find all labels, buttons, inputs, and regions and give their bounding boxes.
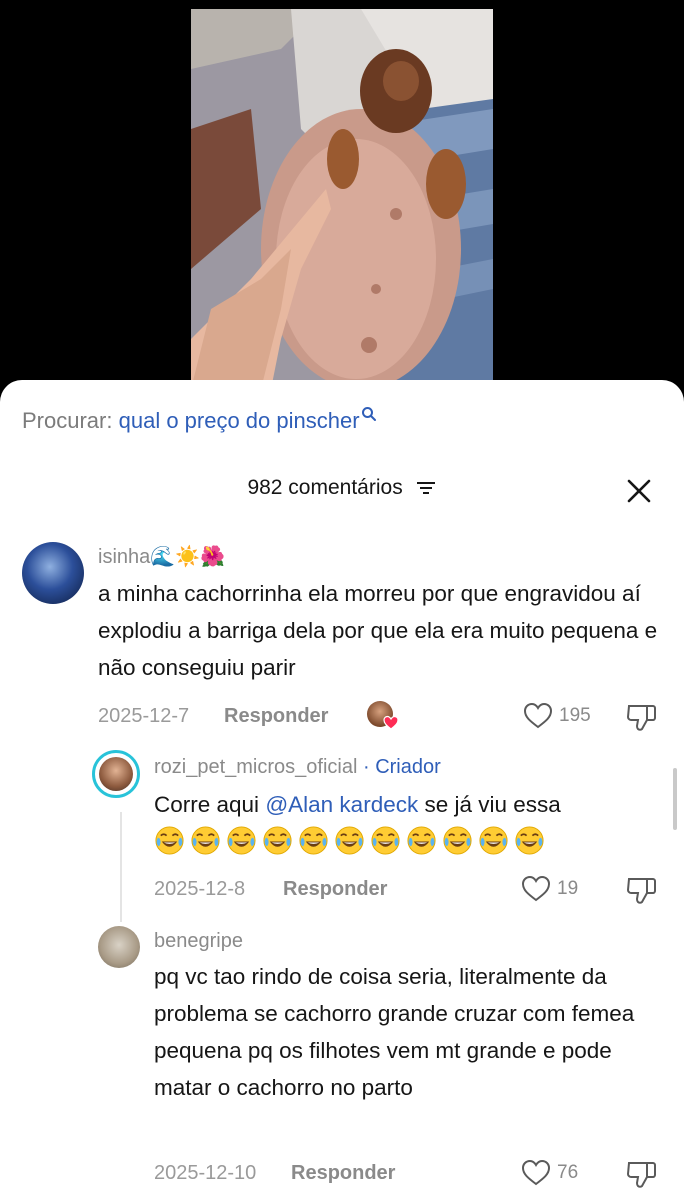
comment-date: 2025-12-8 [154,878,246,900]
heart-icon [521,1159,551,1186]
username-text[interactable]: rozi_pet_micros_oficial [154,756,357,778]
comment-text: a minha cachorrinha ela morreu por que e… [98,581,658,680]
comment-text-suffix: se já viu essa [418,792,561,817]
comments-sheet: Procurar: qual o preço do pinscher 982 c… [0,380,684,1200]
video-player[interactable] [0,0,684,400]
heart-icon [521,875,551,902]
avatar[interactable] [92,750,140,798]
avatar[interactable] [98,926,140,968]
comment-text: pq vc tao rindo de coisa seria, literalm… [154,964,635,1100]
laughing-emoji-icon [227,826,256,855]
laughing-emoji-icon [191,826,220,855]
video-thumbnail [191,9,493,389]
avatar-photo [99,757,133,791]
comment-text: Corre aqui @Alan kardeck se já viu essa [154,786,664,823]
like-button[interactable]: 195 [523,702,591,730]
laughing-emoji-icon [335,826,364,855]
comment-username[interactable]: rozi_pet_micros_oficial · Criador [154,756,441,779]
comment-username[interactable]: benegripe [154,930,243,953]
like-button[interactable]: 19 [521,875,578,903]
laughing-emoji-icon [263,826,292,855]
search-icon [361,407,376,421]
mention-link[interactable]: @Alan kardeck [265,792,418,817]
comment-date: 2025-12-7 [98,705,190,727]
dislike-icon[interactable] [625,875,657,905]
laughing-emoji-row [154,825,550,861]
laughing-emoji-icon [407,826,436,855]
thread-line [120,812,122,922]
close-icon[interactable] [626,478,652,504]
comments-header: 982 comentários [0,476,684,506]
comment-date: 2025-12-10 [154,1162,257,1184]
search-label: Procurar: [22,408,113,433]
creator-liked-badge [367,701,399,733]
laughing-emoji-icon [515,826,544,855]
comment-username[interactable]: isinha🌊☀️🌺 [98,544,225,569]
avatar[interactable] [22,542,84,604]
dislike-icon[interactable] [625,702,657,732]
reply-button[interactable]: Responder [283,878,387,901]
reply-button[interactable]: Responder [224,705,328,728]
filter-icon[interactable] [415,479,437,497]
video-image [191,9,493,389]
laughing-emoji-icon [443,826,472,855]
like-button[interactable]: 76 [521,1159,578,1187]
dislike-icon[interactable] [625,1159,657,1189]
like-count: 195 [559,705,591,726]
search-suggestion[interactable]: Procurar: qual o preço do pinscher [22,407,377,434]
laughing-emoji-icon [155,826,184,855]
comment-count: 982 comentários [247,476,403,500]
heart-icon [523,702,553,729]
heart-icon [383,715,399,730]
reply-button[interactable]: Responder [291,1162,395,1185]
like-count: 76 [557,1162,579,1183]
like-count: 19 [557,878,579,899]
scrollbar[interactable] [673,768,677,830]
laughing-emoji-icon [479,826,508,855]
laughing-emoji-icon [299,826,328,855]
comment-text-prefix: Corre aqui [154,792,266,817]
laughing-emoji-icon [371,826,400,855]
search-query-link[interactable]: qual o preço do pinscher [119,408,360,433]
creator-badge: · Criador [362,756,441,778]
